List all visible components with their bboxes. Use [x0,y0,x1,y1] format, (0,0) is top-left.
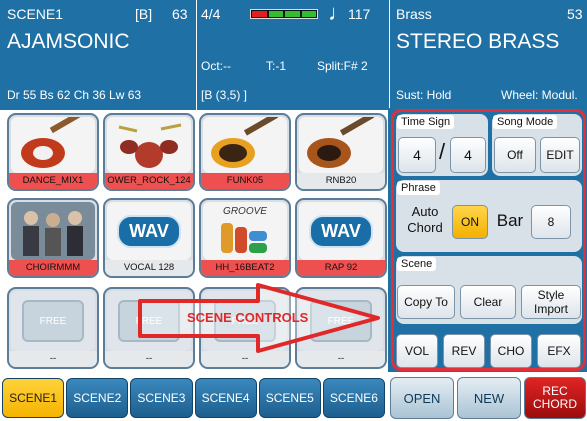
scene3-button[interactable]: SCENE3 [130,378,193,418]
open-button[interactable]: OPEN [390,377,454,419]
scene-controls-highlight [391,109,586,371]
rec-chord-button[interactable]: REC CHORD [524,377,586,419]
scene4-button[interactable]: SCENE4 [194,378,257,418]
new-button[interactable]: NEW [457,377,521,419]
scene5-button[interactable]: SCENE5 [258,378,321,418]
scene-selector: SCENE1 SCENE2 SCENE3 SCENE4 SCENE5 SCENE… [2,378,386,418]
scene2-button[interactable]: SCENE2 [66,378,129,418]
scene-controls-label: SCENE CONTROLS [187,310,309,325]
scene1-button[interactable]: SCENE1 [2,378,65,418]
scene6-button[interactable]: SCENE6 [322,378,386,418]
